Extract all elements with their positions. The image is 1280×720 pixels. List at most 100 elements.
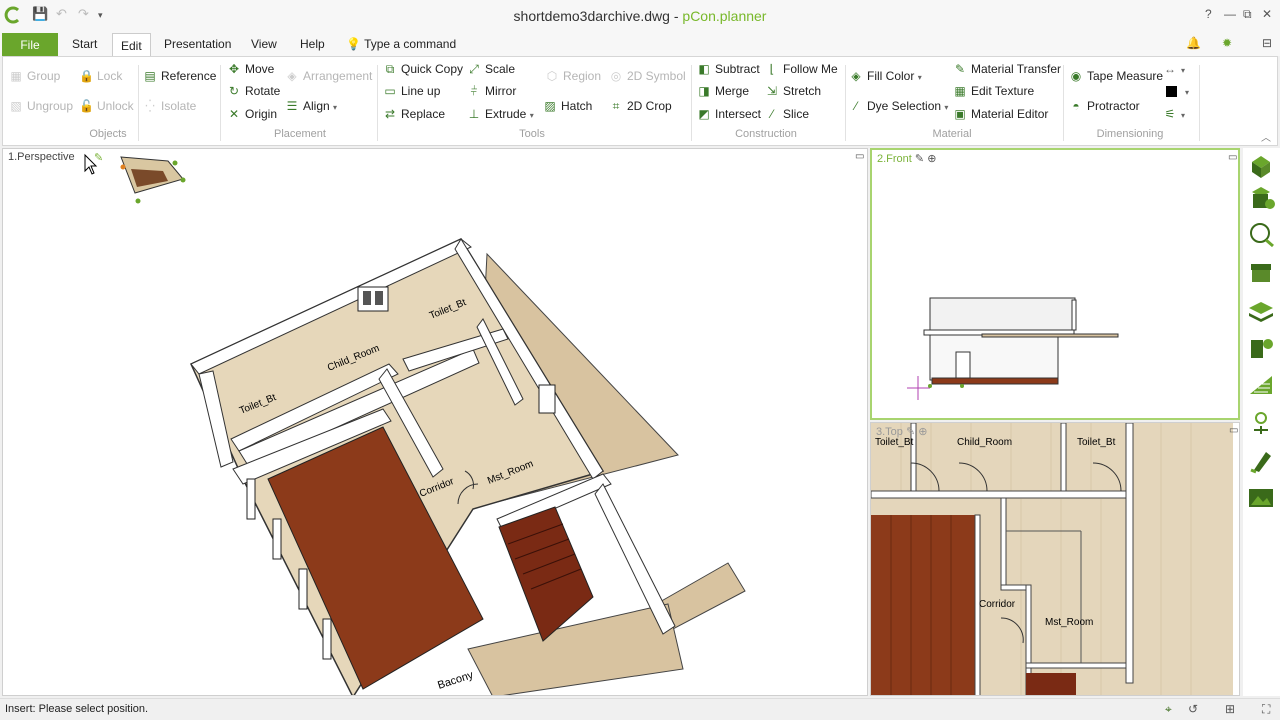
- protractor-icon: ◓: [1072, 99, 1080, 113]
- floorplan-3d-render: Toilet_Bt Child_Room Toilet_Bt Corridor …: [84, 153, 746, 695]
- scale-button[interactable]: ⤢ Scale: [467, 60, 515, 78]
- ribbon-options-icon[interactable]: ⊟: [1262, 36, 1272, 50]
- mirror-button[interactable]: ⫩ Mirror: [467, 82, 517, 100]
- lock-button[interactable]: 🔒 Lock: [79, 67, 122, 85]
- tape-measure-button[interactable]: ◉ Tape Measure: [1069, 67, 1163, 85]
- close-button[interactable]: ✕: [1262, 7, 1272, 21]
- maximize-viewport-icon[interactable]: ▭: [1229, 425, 1238, 436]
- group-icon: ▦: [10, 69, 22, 83]
- quick-copy-button[interactable]: ⧉ Quick Copy: [383, 60, 463, 78]
- snap-icon[interactable]: ⌖: [1165, 702, 1172, 717]
- minimize-button[interactable]: —: [1224, 7, 1236, 21]
- separator: [691, 65, 692, 141]
- 2d-symbol-button[interactable]: ◎ 2D Symbol: [609, 67, 686, 85]
- dye-selection-icon: ⁄: [854, 99, 857, 113]
- rotate-button[interactable]: ↻ Rotate: [227, 82, 280, 100]
- help-button[interactable]: ?: [1205, 7, 1212, 21]
- dimension-color-button[interactable]: ▾: [1163, 82, 1189, 100]
- notification-bell-icon[interactable]: 🔔: [1186, 36, 1201, 50]
- material-transfer-button[interactable]: ✎ Material Transfer: [953, 60, 1061, 78]
- separator: [1063, 65, 1064, 141]
- command-search[interactable]: 💡 Type a command: [338, 32, 464, 56]
- follow-me-icon: ⌊: [769, 62, 775, 76]
- fullscreen-icon[interactable]: ⛶: [1262, 702, 1270, 717]
- extrude-dropdown-icon: ▾: [529, 111, 534, 120]
- hatch-button[interactable]: ▨ Hatch: [543, 97, 592, 115]
- web-search-icon[interactable]: [1246, 220, 1276, 248]
- dye-selection-button[interactable]: ⁄ Dye Selection ▾: [849, 97, 948, 115]
- group-label-objects: Objects: [89, 128, 127, 140]
- dimension-options-icon: ⚟: [1164, 107, 1176, 121]
- pen-tool-icon[interactable]: [1246, 446, 1276, 474]
- tab-view[interactable]: View: [243, 32, 285, 56]
- group-button[interactable]: ▦ Group: [9, 67, 60, 85]
- extrude-button[interactable]: ⊥ Extrude ▾: [467, 105, 534, 123]
- line-up-button[interactable]: ▭ Line up: [383, 82, 440, 100]
- merge-icon: ◨: [698, 84, 710, 98]
- tab-file[interactable]: File: [2, 33, 58, 56]
- perspective-viewport[interactable]: 1.Perspective ✎ ▭ Toilet_Bt Child_Room T…: [2, 148, 868, 696]
- view-options-icon[interactable]: ⊕: [918, 426, 927, 438]
- fill-color-button[interactable]: ◈ Fill Color ▾: [849, 67, 922, 85]
- mouse-cursor-icon: [84, 153, 98, 175]
- dimension-options-dropdown-icon: ▾: [1181, 111, 1186, 120]
- pencil-icon[interactable]: ✎: [906, 426, 915, 438]
- follow-me-button[interactable]: ⌊ Follow Me: [765, 60, 838, 78]
- tab-start[interactable]: Start: [64, 32, 105, 56]
- subtract-button[interactable]: ◧ Subtract: [697, 60, 759, 78]
- status-bar: Insert: Please select position. ⌖ ↺ ⊞ ⛶: [0, 698, 1280, 720]
- top-floorplan: Toilet_Bt Child_Room Toilet_Bt Corridor …: [871, 423, 1233, 695]
- navigation-cube-icon[interactable]: [120, 156, 186, 204]
- top-label-toilet-2: Toilet_Bt: [1077, 437, 1116, 448]
- slice-button[interactable]: ⁄ Slice: [765, 105, 809, 123]
- background-image-icon[interactable]: [1246, 484, 1276, 512]
- move-icon: ✥: [228, 62, 240, 76]
- tab-edit[interactable]: Edit: [112, 33, 151, 57]
- theme-icon[interactable]: ✹: [1222, 36, 1232, 50]
- isolate-button[interactable]: ⁛ Isolate: [143, 97, 196, 115]
- archive-icon[interactable]: [1246, 258, 1276, 286]
- intersect-button[interactable]: ◩ Intersect: [697, 105, 761, 123]
- replace-button[interactable]: ⇄ Replace: [383, 105, 445, 123]
- restore-button[interactable]: ⧉: [1243, 7, 1252, 22]
- ungroup-button[interactable]: ▧ Ungroup: [9, 97, 73, 115]
- 2d-crop-button[interactable]: ⌗ 2D Crop: [609, 97, 672, 115]
- tab-presentation[interactable]: Presentation: [156, 32, 239, 56]
- dimension-options-button[interactable]: ⚟ ▾: [1163, 105, 1185, 123]
- collapse-ribbon-icon[interactable]: ︿: [1261, 129, 1271, 144]
- fill-color-dropdown-icon: ▾: [917, 73, 922, 82]
- tape-measure-icon: ◉: [1070, 69, 1082, 83]
- top-viewport[interactable]: Toilet_Bt Child_Room Toilet_Bt Corridor …: [870, 422, 1240, 696]
- material-editor-button[interactable]: ▣ Material Editor: [953, 105, 1048, 123]
- separator: [845, 65, 846, 141]
- tab-help[interactable]: Help: [292, 32, 333, 56]
- article-info-icon[interactable]: [1246, 184, 1276, 212]
- fill-color-icon: ◈: [851, 69, 861, 83]
- arrangement-button[interactable]: ◈ Arrangement: [285, 67, 372, 85]
- ribbon-tabs: File Start Edit Presentation View Help 💡…: [0, 32, 1280, 57]
- catalog-icon[interactable]: [1246, 152, 1276, 180]
- layers-icon[interactable]: [1246, 298, 1276, 326]
- separator: [220, 65, 221, 141]
- align-button[interactable]: ☰ Align ▾: [285, 97, 337, 115]
- region-button[interactable]: ⬡ Region: [545, 67, 601, 85]
- edit-texture-button[interactable]: ▦ Edit Texture: [953, 82, 1034, 100]
- lighting-icon[interactable]: [1246, 408, 1276, 436]
- dimension-style-button[interactable]: ↔ ▾: [1163, 60, 1185, 78]
- front-viewport[interactable]: 2.Front ✎ ⊕ ▭: [870, 148, 1240, 420]
- unlock-button[interactable]: 🔓 Unlock: [79, 97, 134, 115]
- merge-button[interactable]: ◨ Merge: [697, 82, 749, 100]
- arrangement-icon: ◈: [287, 69, 297, 83]
- grid-icon[interactable]: [1246, 370, 1276, 398]
- reference-button[interactable]: ▤ Reference: [143, 67, 216, 85]
- layout-icon[interactable]: ⊞: [1225, 702, 1235, 716]
- help-cursor-icon[interactable]: ↺: [1188, 702, 1198, 716]
- scene-settings-icon[interactable]: [1246, 334, 1276, 362]
- stretch-button[interactable]: ⇲ Stretch: [765, 82, 821, 100]
- protractor-button[interactable]: ◓ Protractor: [1069, 97, 1139, 115]
- window-title: shortdemo3darchive.dwg - pCon.planner: [513, 8, 767, 24]
- move-button[interactable]: ✥ Move: [227, 60, 274, 78]
- origin-button[interactable]: ✕ Origin: [227, 105, 277, 123]
- lightbulb-icon: 💡: [346, 37, 361, 51]
- reference-icon: ▤: [144, 69, 156, 83]
